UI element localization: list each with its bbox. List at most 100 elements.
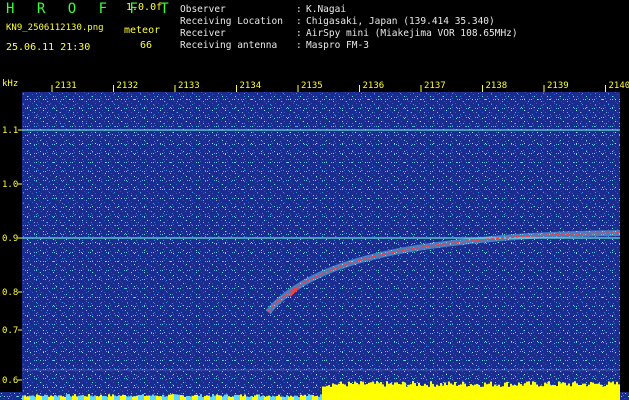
noise-bar-column: [468, 386, 470, 400]
noise-bar-column: [166, 396, 168, 400]
time-tick-label: 2136: [363, 81, 385, 91]
noise-bar-column: [378, 383, 380, 400]
noise-bar-column: [22, 395, 24, 400]
noise-bar-column: [186, 396, 188, 400]
noise-bar-column: [494, 384, 496, 400]
noise-bar-column: [498, 384, 500, 400]
spectrogram-plot: kHz 1.1 1.0 0.9 0.8 0.7 0.6 2131 2132 2133 2134 21…: [0, 76, 629, 400]
noise-bar-column: [36, 394, 38, 400]
noise-bar-column: [360, 381, 362, 400]
noise-bar-column: [240, 394, 242, 400]
info-colon: :: [296, 28, 302, 39]
noise-bar-column: [54, 394, 56, 400]
noise-bar-column: [236, 394, 238, 400]
noise-bar-column: [28, 396, 30, 400]
noise-bar-column: [472, 385, 474, 400]
noise-bar-column: [466, 386, 468, 400]
noise-bar-column: [280, 396, 282, 400]
noise-bar-column: [296, 395, 298, 400]
noise-bar-column: [562, 382, 564, 400]
noise-bar-column: [118, 395, 120, 400]
noise-bar-column: [362, 381, 364, 400]
noise-bar-column: [40, 395, 42, 400]
noise-bar-column: [100, 394, 102, 400]
noise-bar-column: [470, 384, 472, 400]
noise-bar-column: [120, 395, 122, 400]
noise-bar-column: [394, 382, 396, 400]
noise-bar-column: [502, 386, 504, 400]
noise-bar-column: [112, 394, 114, 400]
noise-bar-column: [276, 396, 278, 400]
noise-bar-column: [518, 382, 520, 400]
noise-bar-column: [140, 395, 142, 400]
noise-bar-column: [420, 385, 422, 400]
noise-bar-column: [188, 395, 190, 400]
noise-bar-column: [592, 382, 594, 400]
noise-bar-column: [172, 394, 174, 400]
noise-bar-column: [158, 396, 160, 400]
noise-bar-column: [142, 394, 144, 400]
noise-bar-column: [504, 382, 506, 400]
info-value-receiver: AirSpy mini (Miakejima VOR 108.65MHz): [306, 28, 518, 39]
noise-bar-column: [474, 384, 476, 400]
noise-bar-column: [26, 396, 28, 400]
noise-bar-column: [70, 396, 72, 400]
noise-bar-column: [80, 395, 82, 400]
noise-bar-column: [600, 384, 602, 400]
noise-bar-column: [74, 394, 76, 400]
noise-bar-column: [582, 383, 584, 400]
freq-tick-label: 1.0: [2, 180, 18, 190]
noise-bar-column: [232, 396, 234, 400]
noise-bar-column: [370, 382, 372, 400]
noise-bar-column: [604, 386, 606, 400]
noise-bar-column: [442, 385, 444, 400]
time-tick-label: 2137: [424, 81, 446, 91]
noise-bar-column: [460, 384, 462, 400]
noise-bar-column: [358, 384, 360, 400]
noise-bar-column: [310, 394, 312, 400]
noise-bar-column: [98, 396, 100, 400]
noise-bar-column: [424, 383, 426, 400]
noise-bar-column: [122, 394, 124, 400]
noise-bar-column: [614, 384, 616, 400]
noise-bar-column: [366, 384, 368, 400]
noise-bar-column: [438, 385, 440, 400]
noise-bar-column: [324, 386, 326, 400]
noise-bar-column: [548, 381, 550, 400]
noise-bar-column: [550, 385, 552, 400]
noise-bar-column: [222, 396, 224, 400]
noise-bar-column: [234, 394, 236, 400]
noise-bar-column: [130, 395, 132, 400]
noise-bar-column: [376, 381, 378, 400]
noise-bar-column: [422, 385, 424, 400]
noise-bar-column: [598, 383, 600, 400]
noise-bar-column: [496, 385, 498, 400]
freq-tick-label: 1.1: [2, 126, 18, 136]
noise-bar-column: [590, 382, 592, 400]
noise-bar-column: [246, 396, 248, 400]
noise-bar-column: [522, 385, 524, 400]
noise-bar-column: [520, 384, 522, 400]
noise-bar-column: [78, 395, 80, 400]
noise-bar-column: [192, 395, 194, 400]
noise-bar-column: [500, 386, 502, 400]
noise-bar-column: [226, 394, 228, 400]
noise-bar-column: [390, 383, 392, 400]
noise-bar-column: [356, 382, 358, 400]
noise-bar-column: [282, 396, 284, 400]
noise-bar-column: [220, 395, 222, 400]
noise-bar-column: [198, 396, 200, 400]
noise-bar-column: [346, 386, 348, 400]
freq-tick-label: 0.6: [2, 376, 18, 386]
noise-bar-column: [554, 385, 556, 400]
noise-bar-column: [440, 383, 442, 400]
noise-bar-column: [612, 381, 614, 400]
noise-bar-column: [484, 382, 486, 400]
noise-bar-column: [464, 383, 466, 400]
time-tick-label: 2133: [178, 81, 200, 91]
noise-bar-column: [60, 395, 62, 400]
noise-bar-column: [434, 386, 436, 400]
noise-bar-column: [416, 386, 418, 400]
noise-bar-column: [574, 381, 576, 400]
noise-bar-column: [94, 395, 96, 400]
